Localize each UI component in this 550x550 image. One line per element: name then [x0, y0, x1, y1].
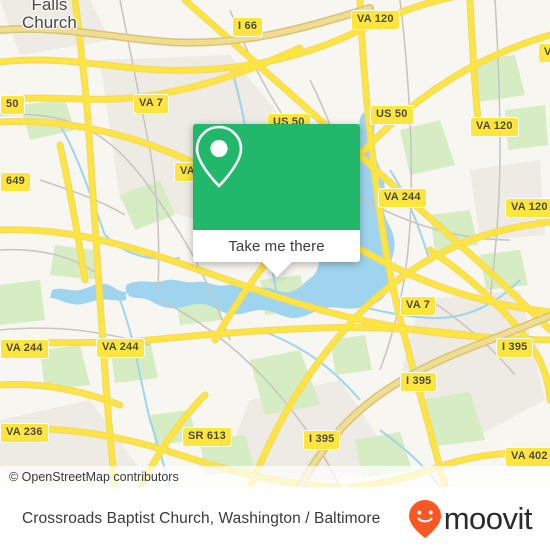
map-screenshot-root: Falls Church 50 VA 7 I 66 VA 120 US 50 V…: [0, 0, 550, 550]
popup-footer[interactable]: Take me there: [193, 230, 360, 277]
road-shield-i66[interactable]: I 66: [232, 17, 264, 37]
road-shield-50[interactable]: 50: [0, 95, 25, 115]
moovit-wordmark: moovit: [443, 501, 533, 536]
attribution-text: © OpenStreetMap contributors: [9, 469, 179, 484]
road-shield-i395-a[interactable]: I 395: [496, 338, 534, 358]
road-shield-va7-b[interactable]: VA 7: [400, 296, 437, 316]
bottom-bar: Crossroads Baptist Church, Washington / …: [0, 487, 550, 550]
road-shield-i395-b[interactable]: I 395: [400, 372, 438, 392]
moovit-logo[interactable]: moovit: [408, 499, 533, 539]
map-attribution: © OpenStreetMap contributors: [0, 466, 550, 487]
road-shield-va244-a[interactable]: VA 244: [378, 188, 427, 208]
place-label: Falls Church: [22, 0, 77, 33]
place-label-line2: Church: [22, 13, 77, 33]
road-shield-va-edge[interactable]: VA: [538, 43, 550, 63]
road-shield-va244-c[interactable]: VA 244: [96, 338, 145, 358]
popup-header: [193, 124, 360, 230]
road-shield-va120-a[interactable]: VA 120: [351, 10, 400, 30]
road-shield-va236[interactable]: VA 236: [0, 423, 49, 443]
take-me-there-label: Take me there: [228, 237, 325, 255]
road-shield-va7[interactable]: VA 7: [133, 94, 170, 114]
road-shield-va402[interactable]: VA 402: [505, 447, 550, 467]
location-popup-card[interactable]: Take me there: [193, 124, 360, 277]
popup-tail: [261, 262, 292, 277]
road-shield-va120-c[interactable]: VA 120: [505, 198, 550, 218]
place-label-line1: Falls: [31, 0, 68, 14]
road-shield-649[interactable]: 649: [0, 172, 31, 192]
road-shield-va120-b[interactable]: VA 120: [470, 117, 519, 137]
map-canvas[interactable]: Falls Church 50 VA 7 I 66 VA 120 US 50 V…: [0, 0, 550, 487]
map-pin-icon: [195, 125, 243, 188]
road-shield-sr613[interactable]: SR 613: [182, 427, 232, 447]
road-shield-va244-b[interactable]: VA 244: [0, 339, 49, 359]
moovit-pin-icon: [408, 499, 441, 538]
road-shield-i395-c[interactable]: I 395: [303, 430, 341, 450]
road-shield-us50-a[interactable]: US 50: [370, 105, 414, 125]
place-title: Crossroads Baptist Church, Washington / …: [22, 509, 381, 527]
